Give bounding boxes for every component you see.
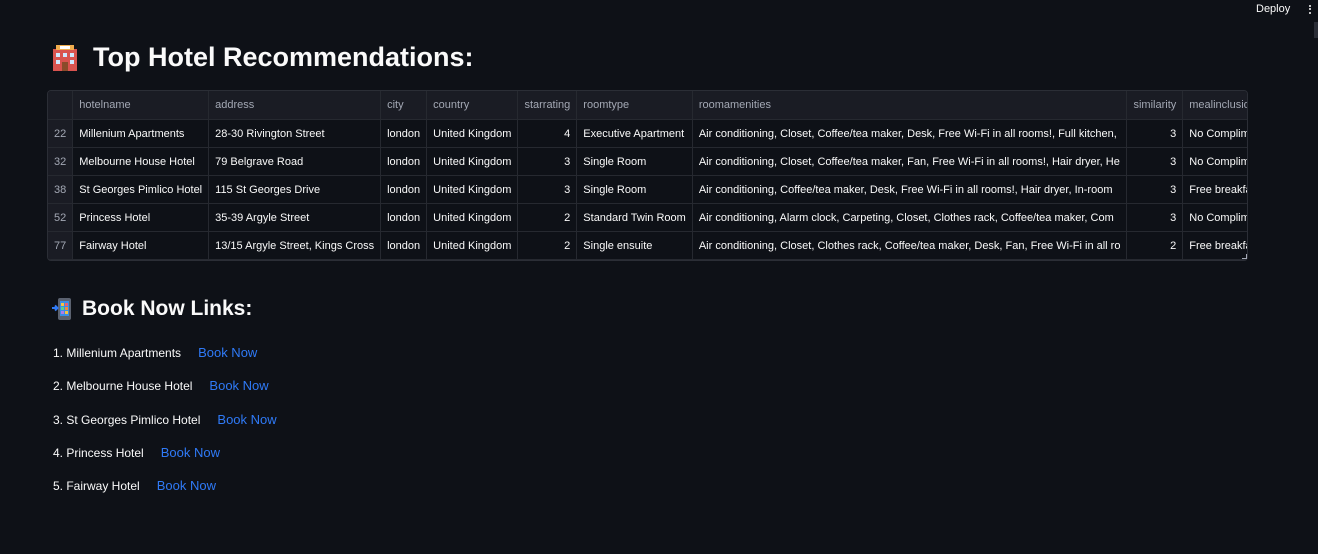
- column-header-city[interactable]: city: [380, 91, 428, 120]
- row-index-cell[interactable]: 32: [48, 147, 74, 176]
- country-cell[interactable]: United Kingdom: [426, 203, 519, 232]
- roomamenities-cell[interactable]: Air conditioning, Coffee/tea maker, Desk…: [692, 175, 1128, 204]
- column-header-mealinclusiontype[interactable]: mealinclusiontype: [1182, 91, 1247, 120]
- mealinclusiontype-cell[interactable]: No Complimentary: [1182, 119, 1247, 148]
- column-header-index[interactable]: [48, 91, 74, 120]
- country-cell[interactable]: United Kingdom: [426, 231, 519, 260]
- roomtype-cell[interactable]: Standard Twin Room: [576, 203, 693, 232]
- table-row: 38 St Georges Pimlico Hotel 115 St Georg…: [48, 175, 1247, 204]
- hotelname-cell[interactable]: Millenium Apartments: [72, 119, 210, 148]
- hotel-emoji-icon: [52, 44, 78, 72]
- app-header: Deploy: [0, 0, 1318, 20]
- city-cell[interactable]: london: [380, 231, 428, 260]
- table-resize-handle[interactable]: [1242, 254, 1247, 259]
- book-now-link[interactable]: Book Now: [157, 478, 216, 493]
- table-row: 52 Princess Hotel 35-39 Argyle Street lo…: [48, 203, 1247, 232]
- roomtype-cell[interactable]: Single Room: [576, 175, 693, 204]
- column-header-address[interactable]: address: [208, 91, 382, 120]
- kebab-menu-icon[interactable]: [1306, 3, 1314, 17]
- roomamenities-cell[interactable]: Air conditioning, Alarm clock, Carpeting…: [692, 203, 1128, 232]
- list-item: 2. Melbourne House Hotel Book Now: [53, 376, 277, 409]
- hotel-dataframe[interactable]: hotelname address city country starratin…: [47, 90, 1248, 261]
- city-cell[interactable]: london: [380, 119, 428, 148]
- column-header-starrating[interactable]: starrating: [517, 91, 578, 120]
- address-cell[interactable]: 115 St Georges Drive: [208, 175, 382, 204]
- list-item: 3. St Georges Pimlico Hotel Book Now: [53, 410, 277, 443]
- row-index-cell[interactable]: 52: [48, 203, 74, 232]
- mealinclusiontype-cell[interactable]: No Complimentary: [1182, 147, 1247, 176]
- hotel-link-label: 5. Fairway Hotel: [53, 479, 140, 494]
- similarity-cell[interactable]: 3: [1126, 119, 1184, 148]
- address-cell[interactable]: 28-30 Rivington Street: [208, 119, 382, 148]
- hotelname-cell[interactable]: St Georges Pimlico Hotel: [72, 175, 210, 204]
- list-item: 4. Princess Hotel Book Now: [53, 443, 277, 476]
- book-links-list: 1. Millenium Apartments Book Now 2. Melbo…: [53, 343, 277, 509]
- city-cell[interactable]: london: [380, 147, 428, 176]
- mobile-phone-arrow-emoji-icon: [52, 297, 72, 321]
- book-now-link[interactable]: Book Now: [198, 345, 257, 360]
- row-index-cell[interactable]: 38: [48, 175, 74, 204]
- hotel-table: hotelname address city country starratin…: [48, 91, 1247, 260]
- country-cell[interactable]: United Kingdom: [426, 119, 519, 148]
- scrollbar[interactable]: [1314, 22, 1318, 38]
- list-item: 1. Millenium Apartments Book Now: [53, 343, 277, 376]
- roomtype-cell[interactable]: Single ensuite: [576, 231, 693, 260]
- book-now-link[interactable]: Book Now: [209, 378, 268, 393]
- column-header-roomtype[interactable]: roomtype: [576, 91, 693, 120]
- address-cell[interactable]: 13/15 Argyle Street, Kings Cross: [208, 231, 382, 260]
- column-header-similarity[interactable]: similarity: [1126, 91, 1184, 120]
- column-header-hotelname[interactable]: hotelname: [72, 91, 210, 120]
- mealinclusiontype-cell[interactable]: Free breakfast for {4}: [1182, 231, 1247, 260]
- row-index-cell[interactable]: 22: [48, 119, 74, 148]
- column-header-country[interactable]: country: [426, 91, 519, 120]
- similarity-cell[interactable]: 2: [1126, 231, 1184, 260]
- hotel-link-label: 4. Princess Hotel: [53, 445, 144, 460]
- hotel-link-label: 2. Melbourne House Hotel: [53, 379, 193, 394]
- hotelname-cell[interactable]: Princess Hotel: [72, 203, 210, 232]
- similarity-cell[interactable]: 3: [1126, 147, 1184, 176]
- starrating-cell[interactable]: 3: [517, 175, 578, 204]
- page-title-heading: Top Hotel Recommendations:: [52, 42, 474, 73]
- city-cell[interactable]: london: [380, 175, 428, 204]
- hotelname-cell[interactable]: Melbourne House Hotel: [72, 147, 210, 176]
- table-header-row: hotelname address city country starratin…: [48, 91, 1247, 120]
- links-heading-text: Book Now Links:: [82, 297, 253, 320]
- roomtype-cell[interactable]: Single Room: [576, 147, 693, 176]
- deploy-button[interactable]: Deploy: [1256, 3, 1290, 15]
- mealinclusiontype-cell[interactable]: No Complimentary: [1182, 203, 1247, 232]
- book-now-link[interactable]: Book Now: [161, 445, 220, 460]
- book-now-link[interactable]: Book Now: [217, 412, 276, 427]
- hotel-link-label: 3. St Georges Pimlico Hotel: [53, 412, 201, 427]
- country-cell[interactable]: United Kingdom: [426, 147, 519, 176]
- starrating-cell[interactable]: 4: [517, 119, 578, 148]
- hotel-link-label: 1. Millenium Apartments: [53, 346, 182, 360]
- starrating-cell[interactable]: 2: [517, 231, 578, 260]
- starrating-cell[interactable]: 3: [517, 147, 578, 176]
- row-index-cell[interactable]: 77: [48, 231, 74, 260]
- starrating-cell[interactable]: 2: [517, 203, 578, 232]
- country-cell[interactable]: United Kingdom: [426, 175, 519, 204]
- similarity-cell[interactable]: 3: [1126, 203, 1184, 232]
- roomamenities-cell[interactable]: Air conditioning, Closet, Clothes rack, …: [692, 231, 1128, 260]
- links-heading: Book Now Links:: [52, 297, 252, 321]
- hotelname-cell[interactable]: Fairway Hotel: [72, 231, 210, 260]
- address-cell[interactable]: 35-39 Argyle Street: [208, 203, 382, 232]
- table-row: 32 Melbourne House Hotel 79 Belgrave Roa…: [48, 147, 1247, 176]
- column-header-roomamenities[interactable]: roomamenities: [692, 91, 1128, 120]
- page-title: Top Hotel Recommendations:: [93, 42, 474, 72]
- table-row: 77 Fairway Hotel 13/15 Argyle Street, Ki…: [48, 231, 1247, 260]
- roomtype-cell[interactable]: Executive Apartment: [576, 119, 693, 148]
- roomamenities-cell[interactable]: Air conditioning, Closet, Coffee/tea mak…: [692, 119, 1128, 148]
- city-cell[interactable]: london: [380, 203, 428, 232]
- address-cell[interactable]: 79 Belgrave Road: [208, 147, 382, 176]
- mealinclusiontype-cell[interactable]: Free breakfast for {4}: [1182, 175, 1247, 204]
- list-item: 5. Fairway Hotel Book Now: [53, 476, 277, 509]
- roomamenities-cell[interactable]: Air conditioning, Closet, Coffee/tea mak…: [692, 147, 1128, 176]
- table-row: 22 Millenium Apartments 28-30 Rivington …: [48, 119, 1247, 148]
- similarity-cell[interactable]: 3: [1126, 175, 1184, 204]
